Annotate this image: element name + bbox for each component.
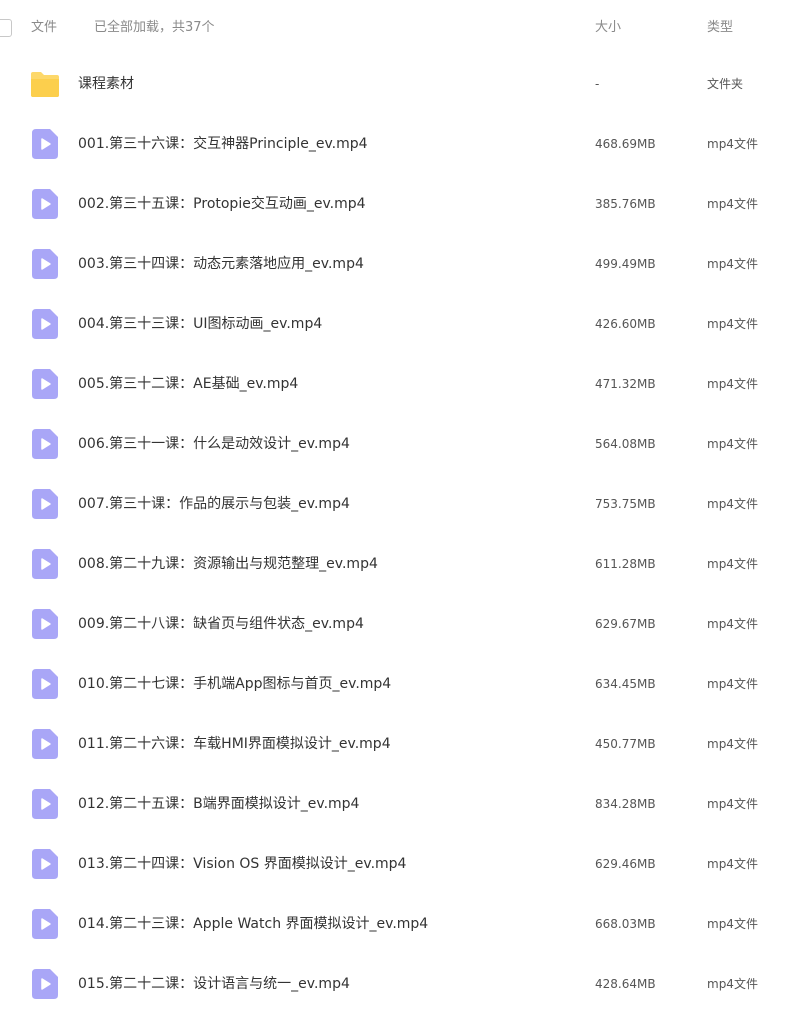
file-row[interactable]: 005.第三十二课：AE基础_ev.mp4 471.32MB mp4文件 xyxy=(0,354,796,414)
file-row[interactable]: 002.第三十五课：Protopie交互动画_ev.mp4 385.76MB mp4… xyxy=(0,174,796,234)
video-file-icon xyxy=(32,189,58,219)
file-size: 385.76MB xyxy=(595,197,656,211)
file-size: 629.46MB xyxy=(595,857,656,871)
file-list-header: 文件 已全部加载，共37个 大小 类型 xyxy=(0,0,796,56)
file-name[interactable]: 006.第三十一课：什么是动效设计_ev.mp4 xyxy=(78,434,350,454)
folder-name[interactable]: 课程素材 xyxy=(78,74,134,94)
video-file-icon xyxy=(32,729,58,759)
file-name[interactable]: 005.第三十二课：AE基础_ev.mp4 xyxy=(78,374,298,394)
file-type: mp4文件 xyxy=(707,257,758,271)
file-name[interactable]: 007.第三十课：作品的展示与包装_ev.mp4 xyxy=(78,494,350,514)
video-file-icon xyxy=(32,549,58,579)
file-size: 753.75MB xyxy=(595,497,656,511)
file-type: mp4文件 xyxy=(707,677,758,691)
file-row[interactable]: 003.第三十四课：动态元素落地应用_ev.mp4 499.49MB mp4文件 xyxy=(0,234,796,294)
video-file-icon xyxy=(32,489,58,519)
file-type: mp4文件 xyxy=(707,617,758,631)
file-row[interactable]: 011.第二十六课：车载HMI界面模拟设计_ev.mp4 450.77MB mp4文… xyxy=(0,714,796,774)
file-name[interactable]: 014.第二十三课：Apple Watch 界面模拟设计_ev.mp4 xyxy=(78,914,428,934)
file-name[interactable]: 003.第三十四课：动态元素落地应用_ev.mp4 xyxy=(78,254,364,274)
file-size: 629.67MB xyxy=(595,617,656,631)
file-row[interactable]: 006.第三十一课：什么是动效设计_ev.mp4 564.08MB mp4文件 xyxy=(0,414,796,474)
video-file-icon xyxy=(32,669,58,699)
file-type: mp4文件 xyxy=(707,197,758,211)
column-header-type[interactable]: 类型 xyxy=(707,19,733,37)
file-name[interactable]: 004.第三十三课：UI图标动画_ev.mp4 xyxy=(78,314,322,334)
video-file-icon xyxy=(32,609,58,639)
file-name[interactable]: 012.第二十五课：B端界面模拟设计_ev.mp4 xyxy=(78,794,359,814)
video-file-icon xyxy=(32,309,58,339)
file-type: mp4文件 xyxy=(707,797,758,811)
file-name[interactable]: 002.第三十五课：Protopie交互动画_ev.mp4 xyxy=(78,194,366,214)
file-row[interactable]: 008.第二十九课：资源输出与规范整理_ev.mp4 611.28MB mp4文件 xyxy=(0,534,796,594)
file-size: 468.69MB xyxy=(595,137,656,151)
video-file-icon xyxy=(32,789,58,819)
folder-type: 文件夹 xyxy=(707,77,744,91)
file-row[interactable]: 010.第二十七课：手机端App图标与首页_ev.mp4 634.45MB mp4文… xyxy=(0,654,796,714)
file-name[interactable]: 001.第三十六课：交互神器Principle_ev.mp4 xyxy=(78,134,368,154)
file-name[interactable]: 011.第二十六课：车载HMI界面模拟设计_ev.mp4 xyxy=(78,734,391,754)
video-file-icon xyxy=(32,909,58,939)
file-type: mp4文件 xyxy=(707,977,758,991)
file-type: mp4文件 xyxy=(707,437,758,451)
file-size: 564.08MB xyxy=(595,437,656,451)
file-size: 834.28MB xyxy=(595,797,656,811)
file-type: mp4文件 xyxy=(707,497,758,511)
select-all-checkbox[interactable] xyxy=(0,19,12,37)
file-type: mp4文件 xyxy=(707,377,758,391)
file-name[interactable]: 009.第二十八课：缺省页与组件状态_ev.mp4 xyxy=(78,614,364,634)
file-name[interactable]: 010.第二十七课：手机端App图标与首页_ev.mp4 xyxy=(78,674,391,694)
file-name[interactable]: 015.第二十二课：设计语言与统一_ev.mp4 xyxy=(78,974,350,994)
file-size: 611.28MB xyxy=(595,557,656,571)
file-row[interactable]: 012.第二十五课：B端界面模拟设计_ev.mp4 834.28MB mp4文件 xyxy=(0,774,796,834)
column-header-file[interactable]: 文件 xyxy=(31,19,57,37)
file-row[interactable]: 015.第二十二课：设计语言与统一_ev.mp4 428.64MB mp4文件 xyxy=(0,954,796,1014)
file-type: mp4文件 xyxy=(707,857,758,871)
file-row[interactable]: 007.第三十课：作品的展示与包装_ev.mp4 753.75MB mp4文件 xyxy=(0,474,796,534)
file-type: mp4文件 xyxy=(707,557,758,571)
file-name[interactable]: 013.第二十四课：Vision OS 界面模拟设计_ev.mp4 xyxy=(78,854,406,874)
folder-size: - xyxy=(595,77,600,91)
file-size: 471.32MB xyxy=(595,377,656,391)
file-name[interactable]: 008.第二十九课：资源输出与规范整理_ev.mp4 xyxy=(78,554,378,574)
folder-row[interactable]: 课程素材 - 文件夹 xyxy=(0,54,796,114)
video-file-icon xyxy=(32,849,58,879)
video-file-icon xyxy=(32,129,58,159)
file-size: 499.49MB xyxy=(595,257,656,271)
video-file-icon xyxy=(32,969,58,999)
file-size: 450.77MB xyxy=(595,737,656,751)
file-size: 634.45MB xyxy=(595,677,656,691)
file-row[interactable]: 009.第二十八课：缺省页与组件状态_ev.mp4 629.67MB mp4文件 xyxy=(0,594,796,654)
file-size: 426.60MB xyxy=(595,317,656,331)
video-file-icon xyxy=(32,369,58,399)
file-list: 课程素材 - 文件夹 001.第三十六课：交互神器Principle_ev.mp… xyxy=(0,54,796,1014)
file-row[interactable]: 001.第三十六课：交互神器Principle_ev.mp4 468.69MB mp… xyxy=(0,114,796,174)
video-file-icon xyxy=(32,429,58,459)
video-file-icon xyxy=(32,249,58,279)
file-row[interactable]: 013.第二十四课：Vision OS 界面模拟设计_ev.mp4 629.46M… xyxy=(0,834,796,894)
file-type: mp4文件 xyxy=(707,737,758,751)
file-type: mp4文件 xyxy=(707,317,758,331)
column-header-size[interactable]: 大小 xyxy=(595,19,621,37)
file-type: mp4文件 xyxy=(707,137,758,151)
file-row[interactable]: 014.第二十三课：Apple Watch 界面模拟设计_ev.mp4 668.0… xyxy=(0,894,796,954)
folder-icon xyxy=(31,72,59,97)
file-type: mp4文件 xyxy=(707,917,758,931)
file-size: 668.03MB xyxy=(595,917,656,931)
load-status-text: 已全部加载，共37个 xyxy=(94,20,215,35)
file-size: 428.64MB xyxy=(595,977,656,991)
file-row[interactable]: 004.第三十三课：UI图标动画_ev.mp4 426.60MB mp4文件 xyxy=(0,294,796,354)
